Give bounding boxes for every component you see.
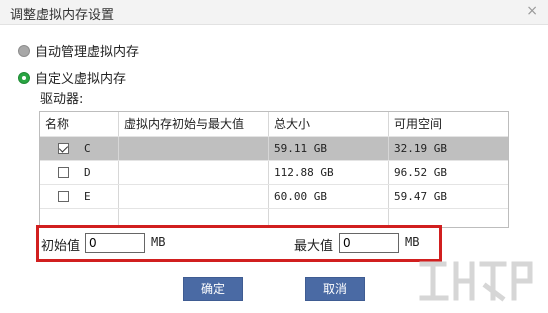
checkbox-icon[interactable] bbox=[58, 167, 69, 178]
checkbox-checked-icon[interactable] bbox=[58, 143, 69, 154]
header-free: 可用空间 bbox=[388, 112, 508, 136]
drive-letter: C bbox=[84, 142, 91, 155]
drive-letter: D bbox=[84, 166, 91, 179]
drives-label: 驱动器: bbox=[40, 92, 84, 107]
cell-name: E bbox=[40, 185, 118, 209]
radio-custom[interactable]: 自定义虚拟内存 bbox=[18, 68, 126, 87]
table-row[interactable]: E 60.00 GB 59.47 GB bbox=[40, 184, 508, 209]
radio-checked-icon[interactable] bbox=[18, 71, 30, 84]
cell-free: 32.19 GB bbox=[388, 137, 508, 161]
close-icon[interactable]: × bbox=[526, 3, 538, 19]
ok-button[interactable]: 确定 bbox=[183, 277, 243, 301]
watermark-logo-icon bbox=[419, 261, 533, 302]
drive-letter: E bbox=[84, 190, 91, 203]
cell-range bbox=[118, 161, 268, 185]
cell-range bbox=[118, 185, 268, 209]
cell-free: 59.47 GB bbox=[388, 185, 508, 209]
cell-total: 112.88 GB bbox=[268, 161, 388, 185]
cell-free: 96.52 GB bbox=[388, 161, 508, 185]
title-bar: 调整虚拟内存设置 × bbox=[0, 0, 548, 25]
cell-total: 60.00 GB bbox=[268, 185, 388, 209]
header-range: 虚拟内存初始与最大值 bbox=[118, 112, 268, 136]
window-title: 调整虚拟内存设置 bbox=[10, 8, 115, 23]
max-size-input[interactable] bbox=[339, 233, 399, 253]
header-total: 总大小 bbox=[268, 112, 388, 136]
initial-unit: MB bbox=[151, 235, 166, 249]
initial-size-label: 初始值 bbox=[41, 239, 81, 254]
max-size-label: 最大值 bbox=[294, 239, 334, 254]
radio-custom-label: 自定义虚拟内存 bbox=[35, 72, 127, 87]
table-row[interactable]: C 59.11 GB 32.19 GB bbox=[40, 136, 508, 161]
initial-size-input[interactable] bbox=[85, 233, 145, 253]
max-unit: MB bbox=[405, 235, 420, 249]
table-header: 名称 虚拟内存初始与最大值 总大小 可用空间 bbox=[40, 112, 508, 136]
cancel-button[interactable]: 取消 bbox=[305, 277, 365, 301]
cell-range bbox=[118, 137, 268, 161]
checkbox-icon[interactable] bbox=[58, 191, 69, 202]
header-name: 名称 bbox=[45, 117, 70, 131]
radio-auto-manage[interactable]: 自动管理虚拟内存 bbox=[18, 41, 139, 60]
cell-total: 59.11 GB bbox=[268, 137, 388, 161]
cell-name: C bbox=[40, 137, 118, 161]
radio-auto-label: 自动管理虚拟内存 bbox=[35, 45, 140, 60]
radio-unchecked-icon[interactable] bbox=[18, 44, 30, 57]
table-row[interactable]: D 112.88 GB 96.52 GB bbox=[40, 160, 508, 185]
drives-table: 名称 虚拟内存初始与最大值 总大小 可用空间 C 59.11 GB 32.19 … bbox=[39, 111, 509, 228]
cell-name: D bbox=[40, 161, 118, 185]
